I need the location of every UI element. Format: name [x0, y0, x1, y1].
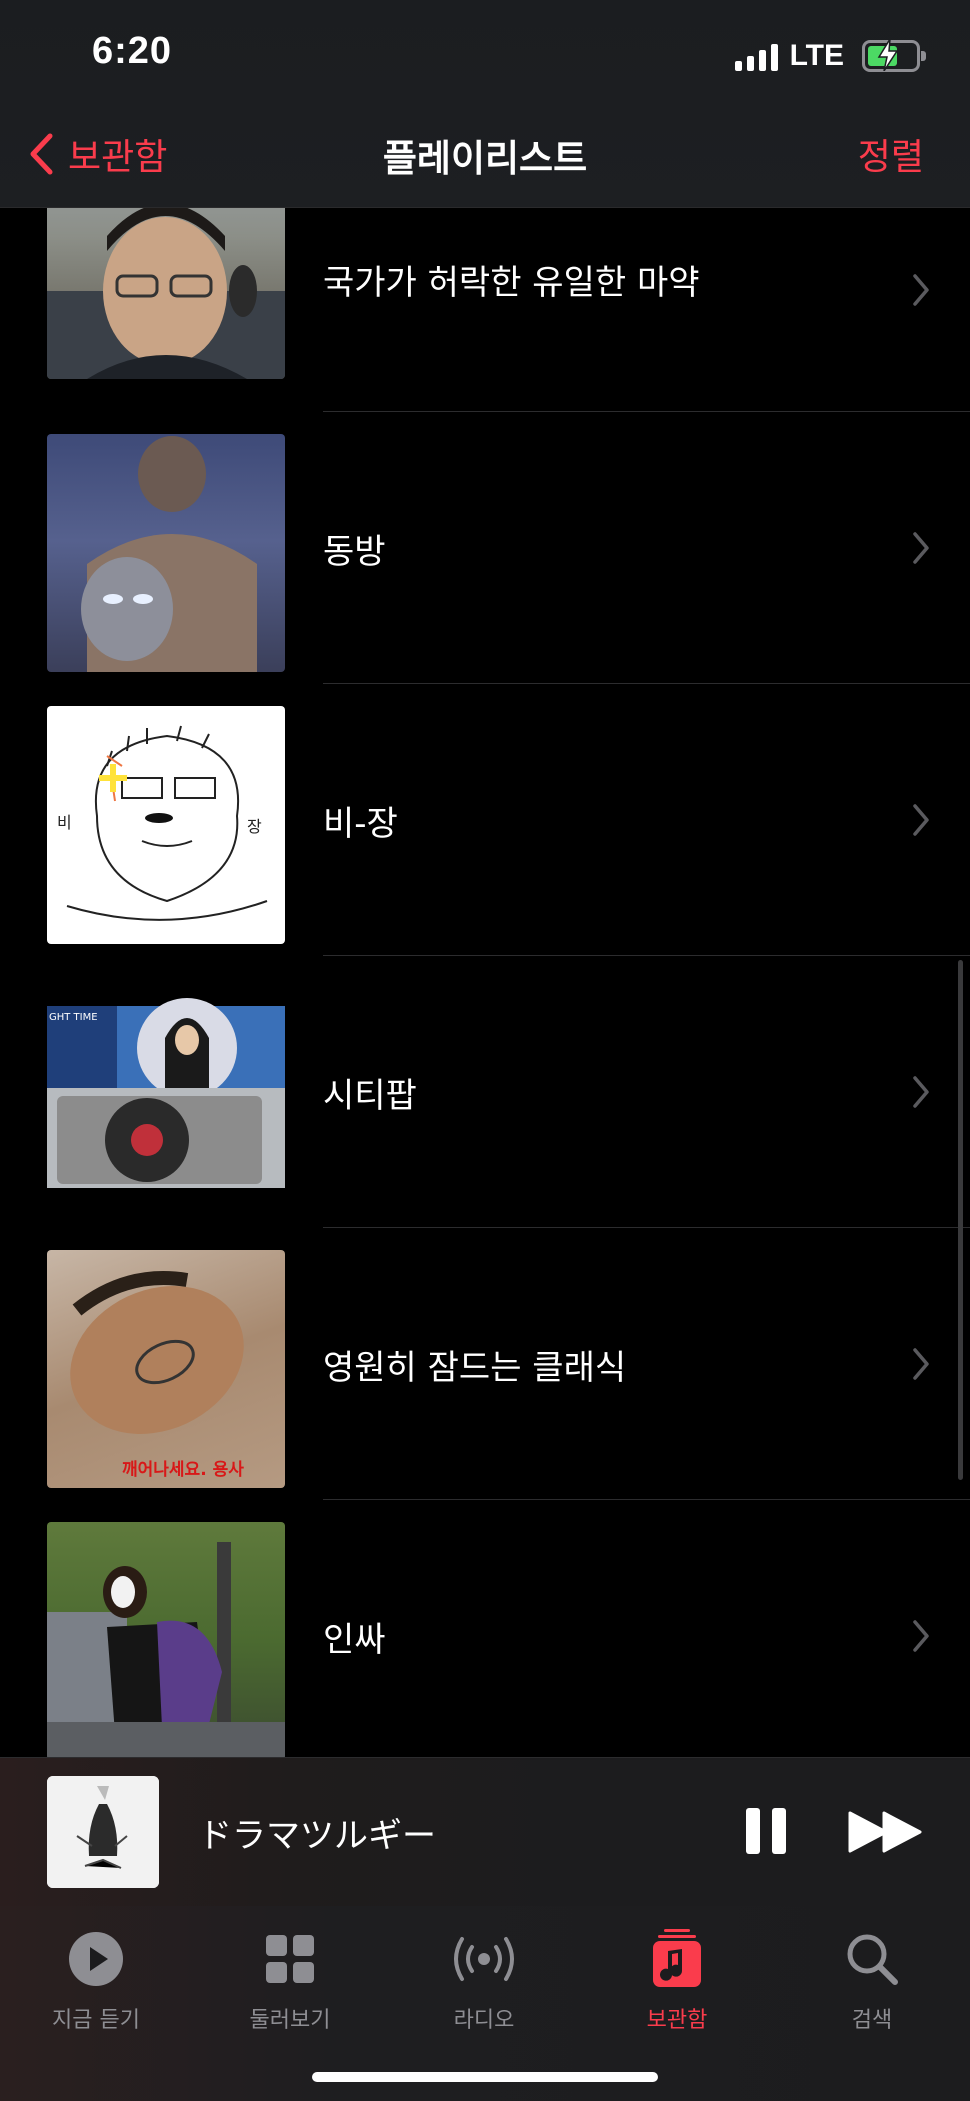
now-playing-title: ドラマツルギー: [198, 1815, 436, 1856]
tab-label: 지금 듣기: [52, 2008, 140, 2033]
chevron-right-icon: [913, 1076, 929, 1108]
grid-icon: [266, 1935, 314, 1983]
playlist-name: 비-장: [323, 803, 398, 844]
playlist-artwork: 비 장: [47, 706, 285, 944]
playlist-list: 국가가 허락한 유일한 마약 동방 비 장 비-장 GHT TIME 시티팝 깨…: [0, 141, 970, 1772]
top-bar: 6:20 LTE 보관함 플레이리스트 정렬: [0, 0, 970, 208]
playlist-name: 인싸: [323, 1619, 386, 1660]
playlist-row[interactable]: 인싸: [0, 1500, 970, 1772]
thumb-text-right: 장: [247, 817, 262, 836]
playlist-name: 시티팝: [323, 1075, 417, 1116]
playlist-name: 국가가 허락한 유일한 마약: [323, 263, 700, 303]
tab-label: 보관함: [646, 2008, 708, 2033]
playlist-row[interactable]: 깨어나세요. 용사 영원히 잠드는 클래식: [0, 1228, 970, 1500]
library-icon: [653, 1929, 701, 1987]
tab-radio[interactable]: 라디오: [409, 1924, 559, 2034]
tab-library[interactable]: 보관함: [602, 1924, 752, 2034]
home-indicator[interactable]: [312, 2072, 658, 2082]
playlist-artwork: GHT TIME: [47, 978, 285, 1216]
page-title: 플레이리스트: [382, 137, 588, 180]
status-time: 6:20: [92, 30, 173, 72]
tab-listen-now[interactable]: 지금 듣기: [21, 1924, 171, 2034]
playlist-name: 동방: [323, 531, 386, 572]
fast-forward-icon[interactable]: [848, 1810, 924, 1854]
tab-browse[interactable]: 둘러보기: [215, 1924, 365, 2034]
play-circle-icon: [69, 1932, 123, 1986]
playlist-row[interactable]: 비 장 비-장: [0, 684, 970, 956]
playlist-artwork: 깨어나세요. 용사: [47, 1250, 285, 1488]
thumb-caption: GHT TIME: [49, 1012, 98, 1023]
playlist-row[interactable]: 국가가 허락한 유일한 마약: [0, 141, 970, 412]
thumb-text-left: 비: [57, 813, 72, 832]
chevron-right-icon: [913, 532, 929, 564]
chevron-right-icon: [913, 274, 929, 306]
battery-charging-icon: [862, 39, 926, 72]
playlist-name: 영원히 잠드는 클래식: [323, 1347, 627, 1388]
playlist-row[interactable]: GHT TIME 시티팝: [0, 956, 970, 1228]
scroll-indicator[interactable]: [958, 960, 963, 1480]
signal-icon: [734, 41, 778, 71]
thumb-caption: 깨어나세요. 용사: [122, 1460, 244, 1480]
status-icons: LTE: [734, 36, 926, 76]
playlist-artwork: [47, 434, 285, 672]
network-type: LTE: [789, 39, 844, 72]
playlist-row[interactable]: 동방: [0, 412, 970, 684]
chevron-right-icon: [913, 1348, 929, 1380]
tab-label: 검색: [851, 2008, 893, 2033]
tab-label: 둘러보기: [249, 2008, 331, 2033]
radio-icon: [454, 1937, 514, 1981]
pause-icon[interactable]: [744, 1806, 788, 1856]
search-icon: [847, 1934, 898, 1985]
sort-button[interactable]: 정렬: [858, 128, 924, 180]
playlist-artwork: [47, 1522, 285, 1760]
tab-search[interactable]: 검색: [797, 1924, 947, 2034]
tab-label: 라디오: [453, 2008, 515, 2033]
chevron-right-icon: [913, 804, 929, 836]
mini-player[interactable]: ドラマツルギー: [0, 1757, 970, 1906]
chevron-right-icon: [913, 1620, 929, 1652]
now-playing-artwork: [47, 1776, 159, 1888]
